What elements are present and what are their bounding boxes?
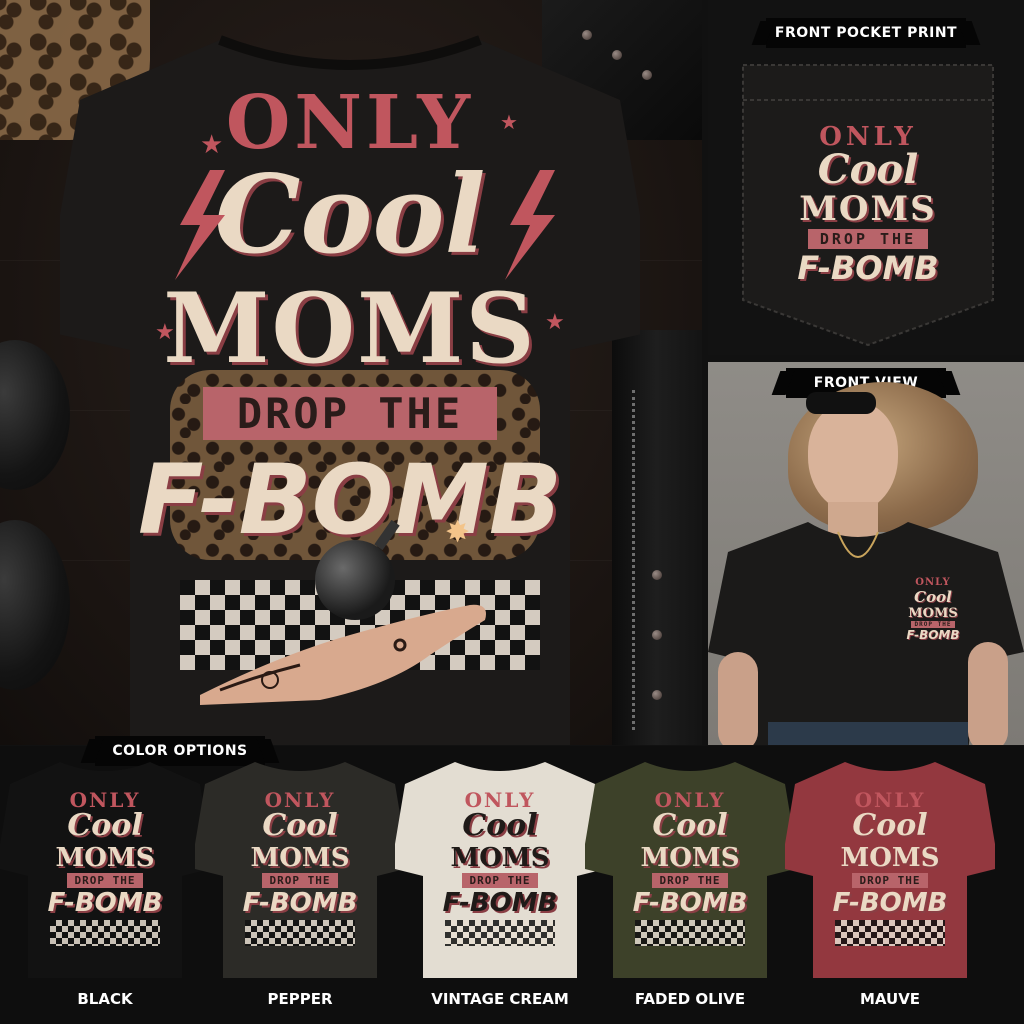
swatch-design: ONLY Cool MOMS DROP THE F-BOMB xyxy=(195,788,405,946)
design-fbomb: F-BOMB xyxy=(832,888,948,918)
color-swatch-black[interactable]: ONLY Cool MOMS DROP THE F-BOMB BLACK xyxy=(0,758,210,1020)
design-cool: Cool xyxy=(817,146,919,193)
model-jeans xyxy=(768,722,968,745)
design-moms: MOMS xyxy=(250,843,350,873)
design-drop-the: DROP THE xyxy=(66,873,144,888)
design-moms: MOMS xyxy=(450,843,550,873)
lightning-bolt-icon xyxy=(175,170,225,280)
design-moms: MOMS xyxy=(640,843,740,873)
pocket-print-image: FRONT POCKET PRINT ONLY Cool MOMS DROP T… xyxy=(708,0,1024,355)
design-cool: Cool xyxy=(462,808,538,843)
design-drop-the: DROP THE xyxy=(461,873,539,888)
swatch-label: PEPPER xyxy=(267,990,333,1008)
design-cool: Cool xyxy=(652,808,728,843)
checkerboard-pattern xyxy=(445,920,555,946)
model-face xyxy=(808,402,898,512)
checkerboard-pattern xyxy=(835,920,945,946)
design-cool: Cool xyxy=(262,808,338,843)
checkerboard-pattern xyxy=(635,920,745,946)
swatch-design: ONLY Cool MOMS DROP THE F-BOMB xyxy=(785,788,995,946)
design-fbomb: F-BOMB xyxy=(797,249,939,287)
design-cool: Cool xyxy=(214,152,486,278)
design-fbomb: F-BOMB xyxy=(47,888,163,918)
design-drop-the: DROP THE xyxy=(910,621,956,628)
star-icon: ★ xyxy=(155,320,175,345)
pocket-design: ONLY Cool MOMS DROP THE F-BOMB xyxy=(738,122,998,287)
tattooed-hand-illustration xyxy=(200,604,486,705)
lightning-bolt-icon xyxy=(505,170,555,280)
swatch-design: ONLY Cool MOMS DROP THE F-BOMB xyxy=(585,788,795,946)
checkerboard-pattern xyxy=(50,920,160,946)
color-options-section: COLOR OPTIONS ONLY Cool MOMS DROP THE F-BOMB… xyxy=(0,736,1024,1024)
design-moms: MOMS xyxy=(799,189,937,229)
swatch-label: VINTAGE CREAM xyxy=(431,990,569,1008)
design-cool: Cool xyxy=(914,588,952,606)
checkerboard-pattern xyxy=(245,920,355,946)
design-moms: MOMS xyxy=(163,272,537,385)
swatch-design: ONLY Cool MOMS DROP THE F-BOMB xyxy=(0,788,210,946)
design-fbomb: F-BOMB xyxy=(242,888,358,918)
design-fbomb: F-BOMB xyxy=(906,628,960,642)
design-drop-the: DROP THE xyxy=(851,873,929,888)
color-swatch-faded-olive[interactable]: ONLY Cool MOMS DROP THE F-BOMB FADED OLIVE xyxy=(585,758,795,1020)
swatch-label: BLACK xyxy=(77,990,133,1008)
design-drop-the: DROP THE xyxy=(261,873,339,888)
model-arm xyxy=(718,652,758,745)
star-icon: ★ xyxy=(500,110,518,134)
design-moms: MOMS xyxy=(908,606,958,621)
spark-icon: ✸ xyxy=(445,515,471,550)
model-arm xyxy=(968,642,1008,745)
sunglasses-icon xyxy=(806,392,876,414)
color-swatch-pepper[interactable]: ONLY Cool MOMS DROP THE F-BOMB PEPPER xyxy=(195,758,405,1020)
swatch-design: ONLY Cool MOMS DROP THE F-BOMB xyxy=(395,788,605,946)
design-drop-the: DROP THE xyxy=(202,387,498,440)
design-moms: MOMS xyxy=(55,843,155,873)
design-drop-the: DROP THE xyxy=(651,873,729,888)
design-cool: Cool xyxy=(852,808,928,843)
design-fbomb: F-BOMB xyxy=(137,444,563,556)
front-pocket-design: ONLY Cool MOMS DROP THE F-BOMB xyxy=(888,577,978,642)
design-drop-the: DROP THE xyxy=(807,229,929,249)
design-only: ONLY xyxy=(915,577,951,588)
design-moms: MOMS xyxy=(840,843,940,873)
main-product-image: ONLY Cool MOMS DROP THE F-BOMB ★ ★ ★ ★ ✸ xyxy=(0,0,702,745)
tshirt-back: ONLY Cool MOMS DROP THE F-BOMB ★ ★ ★ ★ ✸ xyxy=(60,30,640,745)
swatch-label: FADED OLIVE xyxy=(634,990,746,1008)
front-view-image: FRONT VIEW ONLY Cool MOMS DROP THE F-BOM… xyxy=(708,362,1024,745)
pocket-banner: FRONT POCKET PRINT xyxy=(766,18,966,48)
design-cool: Cool xyxy=(67,808,143,843)
star-icon: ★ xyxy=(545,310,565,335)
color-swatch-vintage-cream[interactable]: ONLY Cool MOMS DROP THE F-BOMB VINTAGE CREAM xyxy=(395,758,605,1020)
design-fbomb: F-BOMB xyxy=(442,888,558,918)
color-swatch-mauve[interactable]: ONLY Cool MOMS DROP THE F-BOMB MAUVE xyxy=(785,758,995,1020)
star-icon: ★ xyxy=(200,130,224,160)
design-fbomb: F-BOMB xyxy=(632,888,748,918)
swatch-label: MAUVE xyxy=(859,990,921,1008)
